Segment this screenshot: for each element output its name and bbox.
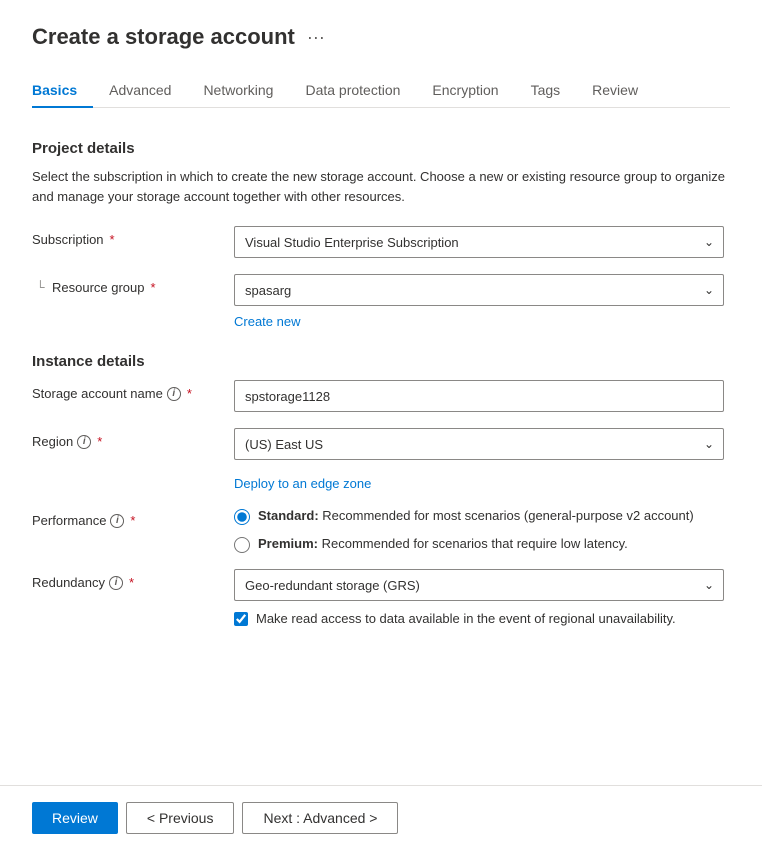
performance-radio-group: Standard: Recommended for most scenarios… bbox=[234, 507, 724, 553]
read-access-row: Make read access to data available in th… bbox=[234, 611, 724, 626]
region-select-wrapper: (US) East US ⌄ bbox=[234, 428, 724, 460]
read-access-checkbox[interactable] bbox=[234, 612, 248, 626]
region-row: Region i * (US) East US ⌄ bbox=[32, 428, 730, 460]
storage-account-name-input[interactable] bbox=[234, 380, 724, 412]
performance-control: Standard: Recommended for most scenarios… bbox=[234, 507, 724, 553]
redundancy-select-wrapper: Geo-redundant storage (GRS) ⌄ bbox=[234, 569, 724, 601]
resource-group-label-wrapper: └ Resource group * bbox=[32, 274, 222, 295]
resource-group-select[interactable]: spasarg bbox=[234, 274, 724, 306]
performance-info-icon[interactable]: i bbox=[110, 514, 124, 528]
region-control: (US) East US ⌄ bbox=[234, 428, 724, 460]
instance-details-section: Instance details Storage account name i … bbox=[32, 353, 730, 626]
performance-label: Performance i * bbox=[32, 507, 222, 528]
performance-premium-label: Premium: Recommended for scenarios that … bbox=[258, 535, 628, 553]
storage-account-name-control bbox=[234, 380, 724, 412]
subscription-control: Visual Studio Enterprise Subscription ⌄ bbox=[234, 226, 724, 258]
resource-group-row: └ Resource group * spasarg ⌄ bbox=[32, 274, 730, 306]
review-button[interactable]: Review bbox=[32, 802, 118, 834]
tab-bar: Basics Advanced Networking Data protecti… bbox=[32, 74, 730, 108]
performance-standard-option[interactable]: Standard: Recommended for most scenarios… bbox=[234, 507, 724, 525]
subscription-label: Subscription * bbox=[32, 226, 222, 247]
more-options-icon[interactable]: ··· bbox=[307, 27, 325, 48]
tab-data-protection[interactable]: Data protection bbox=[289, 74, 416, 108]
redundancy-control: Geo-redundant storage (GRS) ⌄ Make read … bbox=[234, 569, 724, 626]
read-access-label: Make read access to data available in th… bbox=[256, 611, 676, 626]
project-details-title: Project details bbox=[32, 140, 730, 157]
deploy-edge-link[interactable]: Deploy to an edge zone bbox=[234, 476, 730, 491]
resource-group-select-wrapper: spasarg ⌄ bbox=[234, 274, 724, 306]
next-button[interactable]: Next : Advanced > bbox=[242, 802, 398, 834]
resource-group-control: spasarg ⌄ bbox=[234, 274, 724, 306]
resource-group-label: Resource group * bbox=[52, 274, 222, 295]
region-info-icon[interactable]: i bbox=[77, 435, 91, 449]
subscription-select[interactable]: Visual Studio Enterprise Subscription bbox=[234, 226, 724, 258]
subscription-select-wrapper: Visual Studio Enterprise Subscription ⌄ bbox=[234, 226, 724, 258]
storage-account-name-label: Storage account name i * bbox=[32, 380, 222, 401]
tab-encryption[interactable]: Encryption bbox=[416, 74, 514, 108]
region-label: Region i * bbox=[32, 428, 222, 449]
tab-basics[interactable]: Basics bbox=[32, 74, 93, 108]
region-select[interactable]: (US) East US bbox=[234, 428, 724, 460]
redundancy-info-icon[interactable]: i bbox=[109, 576, 123, 590]
storage-account-name-row: Storage account name i * bbox=[32, 380, 730, 412]
storage-name-info-icon[interactable]: i bbox=[167, 387, 181, 401]
tab-tags[interactable]: Tags bbox=[515, 74, 577, 108]
performance-row: Performance i * Standard: Recommended fo… bbox=[32, 507, 730, 553]
redundancy-select[interactable]: Geo-redundant storage (GRS) bbox=[234, 569, 724, 601]
subscription-row: Subscription * Visual Studio Enterprise … bbox=[32, 226, 730, 258]
tab-review[interactable]: Review bbox=[576, 74, 654, 108]
create-new-link[interactable]: Create new bbox=[234, 314, 300, 329]
performance-premium-option[interactable]: Premium: Recommended for scenarios that … bbox=[234, 535, 724, 553]
footer: Review < Previous Next : Advanced > bbox=[0, 785, 762, 850]
performance-standard-label: Standard: Recommended for most scenarios… bbox=[258, 507, 694, 525]
redundancy-label: Redundancy i * bbox=[32, 569, 222, 590]
previous-button[interactable]: < Previous bbox=[126, 802, 235, 834]
instance-details-title: Instance details bbox=[32, 353, 730, 370]
redundancy-row: Redundancy i * Geo-redundant storage (GR… bbox=[32, 569, 730, 626]
project-details-description: Select the subscription in which to crea… bbox=[32, 167, 730, 206]
tab-networking[interactable]: Networking bbox=[187, 74, 289, 108]
tab-advanced[interactable]: Advanced bbox=[93, 74, 187, 108]
performance-premium-radio[interactable] bbox=[234, 537, 250, 553]
project-details-section: Project details Select the subscription … bbox=[32, 140, 730, 329]
page-title: Create a storage account bbox=[32, 24, 295, 50]
performance-standard-radio[interactable] bbox=[234, 509, 250, 525]
